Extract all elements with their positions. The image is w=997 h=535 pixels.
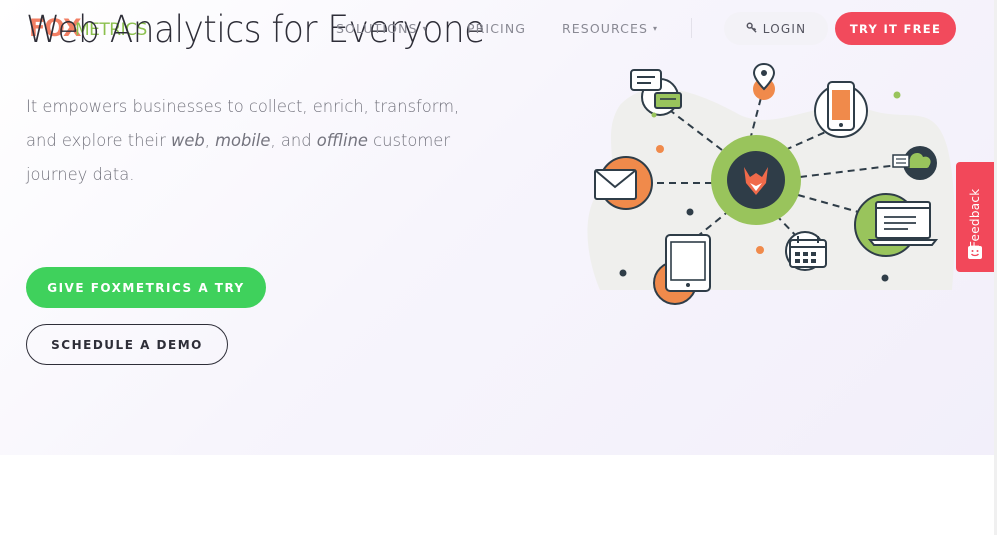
feedback-label: Feedback [968, 188, 982, 248]
try-it-free-button[interactable]: TRY IT FREE [835, 12, 956, 45]
hero-subtitle: It empowers businesses to collect, enric… [26, 90, 468, 192]
nav-resources[interactable]: RESOURCES ▾ [562, 21, 658, 36]
smiley-icon [968, 246, 982, 259]
schedule-a-demo-button[interactable]: SCHEDULE A DEMO [26, 324, 228, 365]
subtitle-mobile: mobile [215, 131, 271, 151]
data-network-illustration [587, 62, 955, 305]
login-label: LOGIN [762, 21, 807, 36]
location-pin-icon [752, 62, 776, 100]
login-button[interactable]: LOGIN [724, 12, 828, 45]
nav-pricing[interactable]: PRICING [467, 21, 526, 36]
subtitle-comma-2: , and [270, 131, 317, 151]
hero-section: FOX METRICS Web Analytics for Everyone S… [0, 0, 997, 455]
give-foxmetrics-a-try-button[interactable]: GIVE FOXMETRICS A TRY [26, 267, 266, 308]
subtitle-web: web [170, 131, 205, 151]
mobile-phone-icon [814, 81, 868, 138]
subtitle-line-3: journey data. [26, 165, 135, 185]
key-icon [746, 22, 757, 36]
subtitle-line-1: It empowers businesses to collect, enric… [26, 97, 460, 117]
nav-solutions-label: SOLUTIONS [336, 21, 418, 36]
nav-solutions[interactable]: SOLUTIONS ▾ [336, 21, 428, 36]
chevron-down-icon: ▾ [422, 24, 428, 33]
subtitle-offline: offline [316, 131, 368, 151]
chevron-down-icon: ▾ [653, 24, 659, 33]
feedback-tab[interactable]: Feedback [956, 162, 994, 272]
nav-resources-label: RESOURCES [562, 21, 649, 36]
nav-divider [691, 18, 692, 38]
subtitle-line-2-start: and explore their [26, 131, 171, 151]
subtitle-line-2-end: customer [367, 131, 451, 151]
subtitle-comma-1: , [204, 131, 216, 151]
